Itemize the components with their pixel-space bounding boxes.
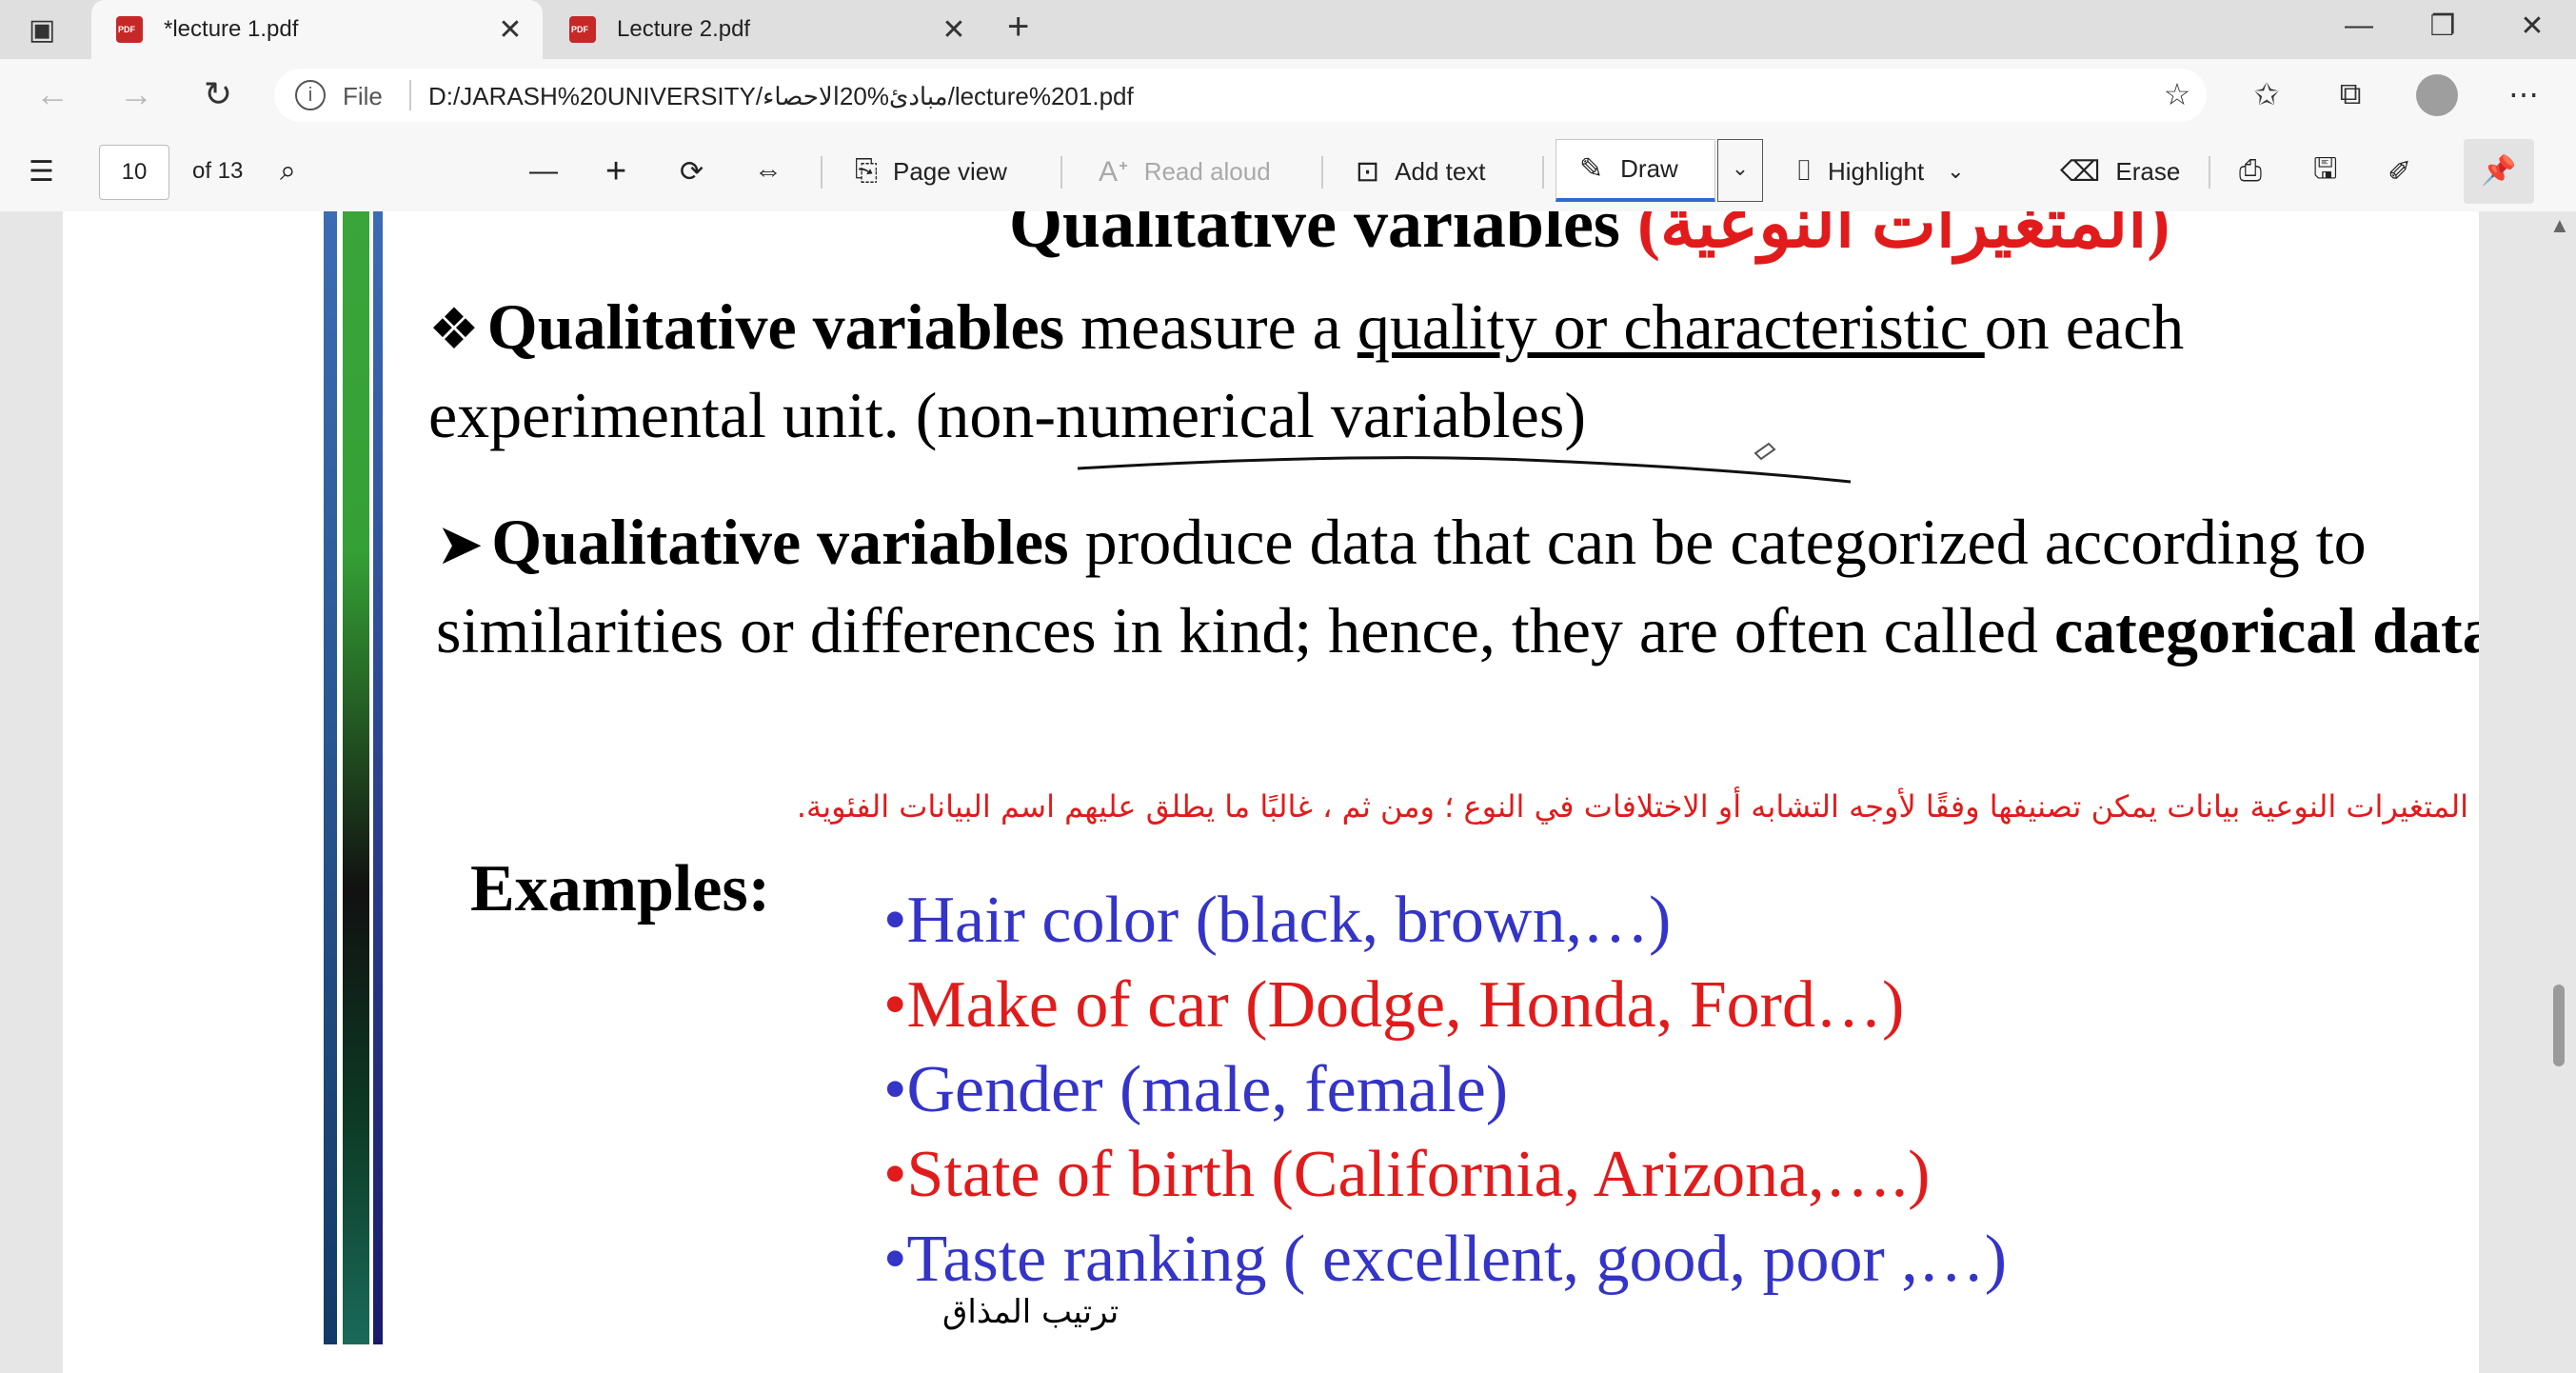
draw-label: Draw [1620, 154, 1678, 183]
vertical-scrollbar[interactable]: ▲ [2542, 211, 2576, 1373]
forward-icon[interactable]: → [112, 74, 160, 114]
slide-content: Qualitative variables (المتغيرات النوعية… [63, 211, 2479, 1373]
add-text-icon: ⊡ [1356, 155, 1380, 188]
eraser-icon: ⌫ [2060, 155, 2101, 188]
collections-icon[interactable]: ⧉ [2327, 76, 2374, 112]
refresh-icon[interactable]: ↻ [194, 74, 242, 114]
pdf-toolbar: ☰ 10 of 13 ⌕ — + ⟳ ⇔ ⎘ Page view Aᐩ Read… [0, 131, 2576, 212]
examples-label: Examples: [470, 852, 770, 925]
chevron-down-icon[interactable]: ⌄ [1947, 159, 1964, 184]
contents-icon[interactable]: ☰ [29, 131, 69, 211]
tab-title: *lecture 1.pdf [164, 16, 299, 42]
pdf-file-icon [569, 16, 596, 43]
more-options-icon[interactable]: ⋯ [2500, 76, 2547, 112]
save-icon[interactable]: 🖫 [2313, 131, 2353, 211]
print-icon[interactable]: ⎙ [2239, 131, 2277, 211]
page-total: of 13 [192, 158, 244, 184]
erase-label: Erase [2115, 156, 2181, 186]
scroll-up-icon[interactable]: ▲ [2549, 213, 2570, 238]
example-item: •Gender (male, female) [883, 1053, 1509, 1126]
zoom-out-icon[interactable]: — [529, 131, 573, 211]
tab-lecture-2[interactable]: Lecture 2.pdf ✕ [545, 0, 986, 59]
draw-options-chevron-down-icon[interactable]: ⌄ [1717, 139, 1763, 202]
document-area: Qualitative variables (المتغيرات النوعية… [0, 211, 2576, 1373]
divider [821, 156, 822, 189]
examples-list: •Hair color (black, brown,…) •Make of ca… [883, 878, 2007, 1302]
arabic-caption: ترتيب المذاق [942, 1293, 1120, 1331]
page-number-input[interactable]: 10 [99, 145, 169, 200]
page-view-icon: ⎘ [855, 155, 878, 187]
divider [2209, 156, 2210, 189]
read-aloud-button[interactable]: Aᐩ Read aloud [1099, 131, 1271, 211]
back-icon[interactable]: ← [29, 74, 76, 114]
erase-button[interactable]: ⌫ Erase [2060, 131, 2180, 211]
favorites-icon[interactable]: ✩ [2243, 76, 2290, 112]
read-aloud-label: Read aloud [1143, 156, 1271, 186]
highlight-icon: ⌷ [1795, 155, 1813, 187]
example-item: •Taste ranking ( excellent, good, poor ,… [883, 1223, 2008, 1296]
tab-strip: ▣ *lecture 1.pdf ✕ Lecture 2.pdf ✕ + — ❐… [0, 0, 2576, 59]
pdf-page: Qualitative variables (المتغيرات النوعية… [63, 211, 2479, 1373]
zoom-in-icon[interactable]: + [605, 131, 642, 211]
file-label: File [343, 82, 383, 110]
address-bar: ← → ↻ i File D:/JARASH%20UNIVERSITY/مباد… [0, 59, 2576, 131]
url-text[interactable]: D:/JARASH%20UNIVERSITY/مبادئ%20الاحصاء/l… [428, 82, 1134, 111]
example-item: •Make of car (Dodge, Honda, Ford…) [883, 968, 1905, 1042]
close-tab-icon[interactable]: ✕ [491, 13, 529, 47]
restore-icon[interactable]: ❐ [2414, 10, 2471, 43]
new-tab-button[interactable]: + [1007, 6, 1029, 49]
term: Qualitative variables [491, 506, 1069, 578]
arrow-bullet-icon: ➤ [436, 513, 485, 576]
highlight-button[interactable]: ⌷ Highlight ⌄ [1795, 131, 1965, 211]
search-icon[interactable]: ⌕ [280, 131, 311, 211]
pdf-file-icon [116, 16, 143, 43]
close-tab-icon[interactable]: ✕ [935, 13, 973, 47]
divider [1060, 156, 1062, 189]
divider [1542, 156, 1544, 189]
add-favorite-icon[interactable]: ☆ [2153, 76, 2201, 112]
save-as-icon[interactable]: ✐ [2388, 131, 2427, 211]
close-window-icon[interactable]: ✕ [2504, 10, 2561, 43]
add-text-button[interactable]: ⊡ Add text [1356, 131, 1486, 211]
highlight-label: Highlight [1828, 156, 1925, 186]
divider [409, 80, 411, 110]
tab-lecture-1[interactable]: *lecture 1.pdf ✕ [91, 0, 543, 59]
tab-title: Lecture 2.pdf [617, 16, 751, 42]
url-field[interactable]: i File D:/JARASH%20UNIVERSITY/مبادئ%20ال… [274, 69, 2207, 122]
page-view-button[interactable]: ⎘ Page view [855, 131, 1007, 211]
divider [1321, 156, 1323, 189]
read-aloud-icon: Aᐩ [1099, 155, 1129, 188]
example-item: •State of birth (California, Arizona,….) [883, 1138, 1931, 1211]
tab-actions-icon[interactable]: ▣ [29, 13, 55, 47]
example-item: •Hair color (black, brown,…) [883, 884, 1672, 957]
profile-avatar[interactable] [2416, 74, 2458, 116]
scroll-thumb[interactable] [2553, 985, 2565, 1066]
pin-toolbar-icon[interactable]: 📌 [2464, 139, 2534, 204]
minimize-icon[interactable]: — [2330, 10, 2388, 42]
draw-button[interactable]: ✎ Draw [1556, 139, 1715, 202]
add-text-label: Add text [1395, 156, 1486, 186]
site-info-icon[interactable]: i [295, 80, 326, 110]
page-view-label: Page view [893, 156, 1007, 186]
draw-icon: ✎ [1579, 153, 1604, 185]
fit-page-icon[interactable]: ⇔ [754, 131, 798, 211]
term: categorical data [2053, 594, 2479, 667]
rotate-icon[interactable]: ⟳ [680, 131, 719, 211]
paragraph-categorical: ➤ Qualitative variables produce data that… [436, 499, 2479, 673]
arabic-translation: تنتج المتغيرات النوعية بيانات يمكن تصنيف… [796, 788, 2479, 825]
